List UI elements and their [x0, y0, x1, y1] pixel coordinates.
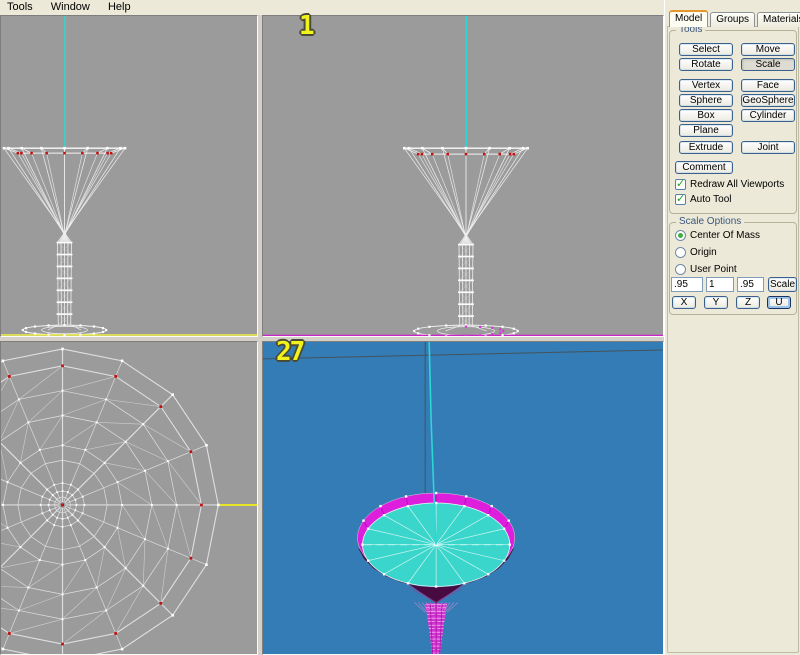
comment-button[interactable]: Comment [675, 161, 733, 174]
scale-y-input[interactable] [706, 277, 734, 292]
menu-tools[interactable]: Tools [0, 0, 41, 15]
radio-icon [675, 247, 686, 258]
face-button[interactable]: Face [741, 79, 795, 92]
scale-z-input[interactable] [737, 277, 764, 292]
extrude-button[interactable]: Extrude [679, 141, 733, 154]
radio-label: Origin [690, 247, 717, 258]
radio-icon [675, 230, 686, 241]
viewport-front-right[interactable] [262, 15, 664, 337]
scale-x-input[interactable] [671, 277, 703, 292]
checkbox-box: ✓ [675, 179, 686, 190]
radio-origin[interactable]: Origin [675, 247, 717, 259]
radio-user-point[interactable]: User Point [675, 264, 737, 276]
menu-help[interactable]: Help [101, 0, 139, 15]
frame-number-label-2: 27 [276, 339, 303, 365]
viewport-front-left[interactable] [0, 15, 258, 337]
vertex-button[interactable]: Vertex [679, 79, 733, 92]
cylinder-button[interactable]: Cylinder [741, 109, 795, 122]
radio-label: Center Of Mass [690, 230, 760, 241]
checkbox-label: Redraw All Viewports [690, 179, 784, 190]
check-icon: ✓ [676, 193, 685, 204]
viewport-top[interactable] [0, 341, 258, 655]
scale-button[interactable]: Scale [741, 58, 795, 71]
menu-bar: Tools Window Help [0, 0, 664, 15]
sphere-button[interactable]: Sphere [679, 94, 733, 107]
plane-button[interactable]: Plane [679, 124, 733, 137]
frame-number-label: 1 [299, 13, 313, 39]
side-panel: ModelGroupsMaterialsJoints Tools Select … [664, 0, 800, 655]
tab-groups[interactable]: Groups [710, 12, 755, 27]
rotate-button[interactable]: Rotate [679, 58, 733, 71]
radio-icon [675, 264, 686, 275]
front-view-canvas[interactable] [1, 16, 257, 336]
scale-apply-button[interactable]: Scale [768, 277, 797, 292]
front-view-canvas-2[interactable] [263, 16, 663, 336]
radio-label: User Point [690, 264, 737, 275]
select-button[interactable]: Select [679, 43, 733, 56]
scale-options-label: Scale Options [676, 216, 744, 227]
tab-materials[interactable]: Materials [757, 12, 800, 27]
perspective-view-canvas[interactable] [263, 342, 663, 654]
box-button[interactable]: Box [679, 109, 733, 122]
axis-y-button[interactable]: Y [704, 296, 728, 309]
top-view-canvas[interactable] [1, 342, 257, 654]
joint-button[interactable]: Joint [741, 141, 795, 154]
geosphere-button[interactable]: GeoSphere [741, 94, 795, 107]
menu-window[interactable]: Window [44, 0, 98, 15]
radio-center-of-mass[interactable]: Center Of Mass [675, 230, 760, 242]
checkbox-box: ✓ [675, 194, 686, 205]
checkbox-label: Auto Tool [690, 194, 732, 205]
axis-x-button[interactable]: X [672, 296, 696, 309]
move-button[interactable]: Move [741, 43, 795, 56]
axis-u-button[interactable]: U [767, 296, 791, 309]
checkbox-redraw-all-viewports[interactable]: ✓ Redraw All Viewports [675, 179, 784, 191]
panel-tabs: ModelGroupsMaterialsJoints [669, 10, 800, 27]
check-icon: ✓ [676, 178, 685, 189]
checkbox-auto-tool[interactable]: ✓ Auto Tool [675, 194, 732, 206]
radio-dot-icon [678, 233, 683, 238]
tab-model[interactable]: Model [669, 10, 708, 27]
axis-z-button[interactable]: Z [736, 296, 760, 309]
viewport-3d[interactable] [262, 341, 664, 655]
